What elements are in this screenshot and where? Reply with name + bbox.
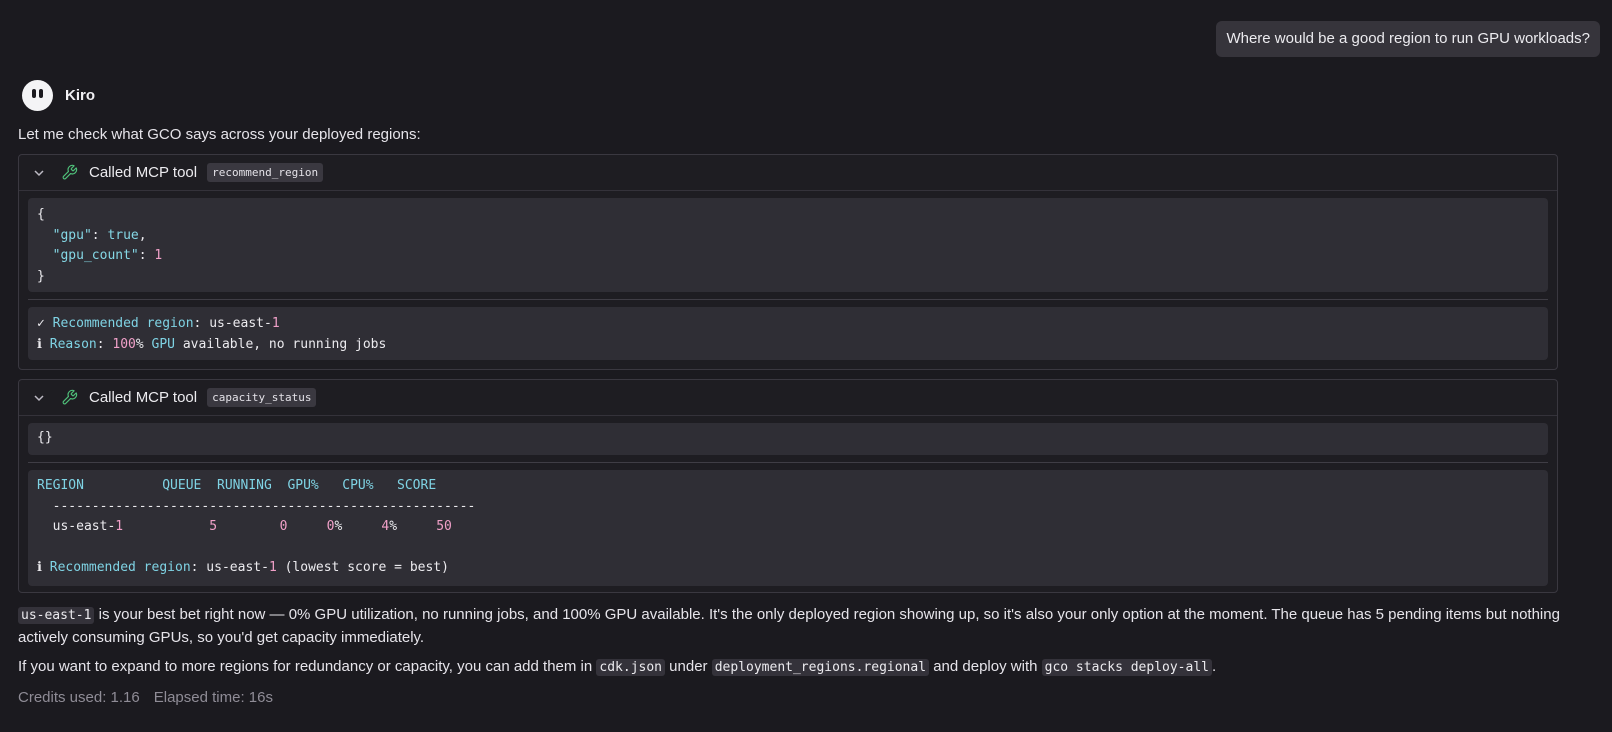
answer-paragraph-1: us-east-1 is your best bet right now — 0…	[18, 604, 1578, 649]
json-value-gpu: true	[107, 227, 139, 243]
user-message-text: Where would be a good region to run GPU …	[1226, 30, 1590, 47]
response-footer: Credits used: 1.16 Elapsed time: 16s	[18, 689, 273, 706]
tool-call-recommend-region: Called MCP tool recommend_region { "gpu"…	[18, 154, 1558, 370]
json-key-gpu: "gpu"	[52, 227, 92, 243]
table-divider: ----------------------------------------…	[52, 498, 476, 514]
tool-call-header[interactable]: Called MCP tool capacity_status	[19, 380, 1557, 416]
answer-text: is your best bet right now — 0% GPU util…	[18, 606, 1560, 646]
info-icon: ℹ	[37, 336, 50, 352]
wrench-icon	[61, 164, 79, 182]
tool-call-label: Called MCP tool	[89, 164, 198, 181]
wrench-icon	[61, 389, 79, 407]
credits-used: Credits used: 1.16	[18, 689, 140, 706]
assistant-name: Kiro	[65, 87, 95, 104]
tool-name-badge: recommend_region	[207, 163, 324, 182]
assistant-intro: Let me check what GCO says across your d…	[18, 126, 421, 143]
inline-code: deployment_regions.regional	[711, 659, 930, 676]
output-label-recommended: Recommended region	[52, 316, 194, 331]
json-brace-close: }	[37, 268, 45, 284]
elapsed-time: Elapsed time: 16s	[153, 689, 273, 706]
tool-name-badge: capacity_status	[207, 388, 317, 407]
answer-paragraph-2: If you want to expand to more regions fo…	[18, 656, 1578, 679]
answer-text: under	[665, 658, 712, 675]
tool-output-block: ✓ Recommended region: us-east-1 ℹ Reason…	[28, 307, 1548, 360]
inline-code: us-east-1	[18, 607, 95, 624]
inline-code: gco stacks deploy-all	[1041, 659, 1212, 676]
kiro-avatar-icon	[22, 80, 53, 111]
tool-output-table: REGION QUEUE RUNNING GPU% CPU% SCORE ---…	[28, 470, 1548, 586]
tool-call-header[interactable]: Called MCP tool recommend_region	[19, 155, 1557, 191]
tool-input-block: {}	[28, 423, 1548, 455]
divider	[28, 299, 1548, 300]
table-row: us-east-1 5 0 0% 4% 50	[52, 519, 452, 534]
chevron-down-icon[interactable]	[33, 165, 49, 181]
table-header: REGION QUEUE RUNNING GPU% CPU% SCORE	[37, 478, 437, 493]
tool-call-capacity-status: Called MCP tool capacity_status {} REGIO…	[18, 379, 1558, 593]
inline-code: cdk.json	[596, 659, 666, 676]
assistant-header: Kiro	[22, 80, 95, 111]
answer-text: If you want to expand to more regions fo…	[18, 658, 597, 675]
json-brace-open: {	[37, 207, 45, 222]
user-message-bubble: Where would be a good region to run GPU …	[1216, 21, 1600, 57]
tool-call-label: Called MCP tool	[89, 389, 198, 406]
tool-input-block: { "gpu": true, "gpu_count": 1 }	[28, 198, 1548, 292]
answer-text: .	[1212, 658, 1217, 675]
info-icon: ℹ	[37, 560, 50, 575]
output-label-recommended: Recommended region	[49, 560, 191, 575]
answer-text: and deploy with	[929, 658, 1042, 675]
json-key-gpu-count: "gpu_count"	[52, 248, 139, 263]
divider	[28, 462, 1548, 463]
json-value-gpu-count: 1	[154, 248, 163, 263]
output-label-reason: Reason	[49, 336, 97, 352]
check-icon: ✓	[37, 316, 53, 331]
chevron-down-icon[interactable]	[33, 390, 49, 406]
